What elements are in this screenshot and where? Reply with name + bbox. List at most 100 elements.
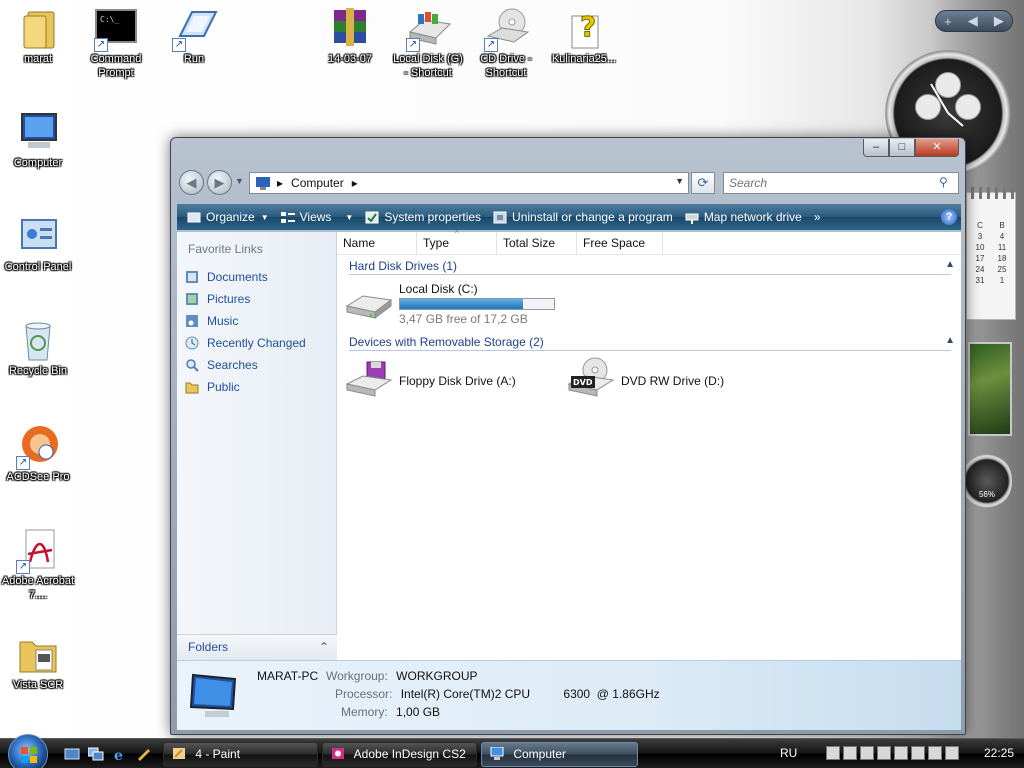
- desktop-icon-kulinaria[interactable]: ? Kulinaria25...: [546, 6, 622, 66]
- add-gadget-button[interactable]: +: [944, 14, 952, 29]
- safely-remove-icon[interactable]: [928, 746, 942, 760]
- address-bar[interactable]: ▸ Computer ▸ ▼: [249, 172, 689, 194]
- media-next-icon[interactable]: [860, 746, 874, 760]
- collapse-group-icon[interactable]: ▲: [945, 335, 955, 346]
- start-button[interactable]: [8, 734, 48, 768]
- calendar-day[interactable]: 24: [970, 265, 990, 274]
- taskbar: e 4 - Paint Adobe InDesign CS2 Computer …: [0, 734, 1024, 768]
- desktop-icon-recycle-bin[interactable]: Recycle Bin: [0, 318, 76, 378]
- dvd-badge: DVD: [573, 378, 593, 387]
- calendar-day[interactable]: 1: [992, 276, 1012, 285]
- collapse-group-icon[interactable]: ▲: [945, 259, 955, 270]
- help-button[interactable]: ?: [941, 209, 957, 225]
- calendar-day[interactable]: 31: [970, 276, 990, 285]
- desktop-icon-vista-scr[interactable]: Vista SCR: [0, 632, 76, 692]
- address-separator-icon[interactable]: ▸: [277, 176, 283, 190]
- task-paint[interactable]: 4 - Paint: [163, 742, 318, 767]
- network-icon[interactable]: [894, 746, 908, 760]
- antivirus-icon[interactable]: [911, 746, 925, 760]
- system-properties-button[interactable]: System properties: [359, 204, 487, 230]
- search-icon[interactable]: ⚲: [939, 175, 948, 189]
- drive-local-disk-c[interactable]: Local Disk (C:) 3,47 GB free of 17,2 GB: [345, 282, 555, 326]
- address-separator-icon[interactable]: ▸: [352, 176, 358, 190]
- favorite-link-public[interactable]: Public: [185, 376, 306, 398]
- group-removable-storage[interactable]: Devices with Removable Storage (2) ▲: [349, 335, 955, 351]
- drive-dvd-rw-d[interactable]: DVD DVD RW Drive (D:): [567, 356, 724, 400]
- calendar-day[interactable]: 10: [970, 243, 990, 252]
- address-path[interactable]: Computer: [291, 176, 344, 190]
- switch-windows-icon[interactable]: [87, 747, 104, 761]
- organize-button[interactable]: Organize ▼: [181, 204, 275, 230]
- desktop-icon-control-panel[interactable]: Control Panel: [0, 214, 76, 274]
- column-name[interactable]: Name: [337, 232, 417, 255]
- desktop-icon-archive[interactable]: 14-03-07: [312, 6, 388, 66]
- group-hard-disk-drives[interactable]: Hard Disk Drives (1) ▲: [349, 259, 955, 275]
- desktop-icon-command-prompt[interactable]: C:\_ ↗ Command Prompt: [78, 6, 154, 80]
- media-play-icon[interactable]: [843, 746, 857, 760]
- favorite-link-pictures[interactable]: Pictures: [185, 288, 306, 310]
- folders-toggle[interactable]: Folders ⌃: [177, 634, 337, 660]
- task-adobe-indesign[interactable]: Adobe InDesign CS2: [322, 742, 477, 767]
- views-button[interactable]: Views ▼: [275, 204, 360, 230]
- calendar-day[interactable]: 18: [992, 254, 1012, 263]
- media-prev-icon[interactable]: [826, 746, 840, 760]
- calendar-day[interactable]: 17: [970, 254, 990, 263]
- more-commands-button[interactable]: »: [808, 204, 827, 230]
- refresh-icon: ⟳: [697, 175, 709, 190]
- calendar-day[interactable]: 11: [992, 243, 1012, 252]
- refresh-button[interactable]: ⟳: [691, 172, 715, 194]
- uninstall-icon: [493, 211, 507, 224]
- task-computer[interactable]: Computer: [481, 742, 638, 767]
- sidebar-next-icon[interactable]: ▶: [994, 13, 1004, 29]
- windows-logo-icon: [21, 747, 37, 763]
- slideshow-gadget[interactable]: [968, 342, 1012, 436]
- calendar-weekday: C: [977, 221, 983, 230]
- tray-app-icon[interactable]: [877, 746, 891, 760]
- calendar-day[interactable]: 4: [992, 232, 1012, 241]
- maximize-button[interactable]: □: [889, 139, 915, 157]
- desktop-icon-adobe-acrobat[interactable]: ↗ Adobe Acrobat 7....: [0, 528, 76, 602]
- cpu-meter-gadget[interactable]: 56%: [962, 452, 1012, 510]
- column-free-space[interactable]: Free Space: [577, 232, 663, 255]
- drive-floppy-a[interactable]: Floppy Disk Drive (A:): [345, 358, 516, 402]
- desktop-icon-marat[interactable]: marat: [0, 6, 76, 66]
- calendar-day[interactable]: 3: [970, 232, 990, 241]
- address-dropdown-icon[interactable]: ▼: [675, 176, 684, 186]
- recent-pages-icon[interactable]: ▼: [235, 176, 244, 186]
- favorite-link-music[interactable]: Music: [185, 310, 306, 332]
- searches-icon: [185, 358, 199, 372]
- svg-text:C:\_: C:\_: [100, 15, 119, 24]
- shortcut-arrow-icon: ↗: [94, 38, 108, 52]
- map-network-drive-button[interactable]: Map network drive: [679, 204, 808, 230]
- quick-launch-pen-icon[interactable]: [136, 747, 152, 761]
- workgroup-row: Workgroup: WORKGROUP: [326, 669, 478, 683]
- back-button[interactable]: ◀: [179, 170, 204, 195]
- calendar-day[interactable]: 25: [992, 265, 1012, 274]
- taskbar-clock[interactable]: 22:25: [984, 746, 1014, 760]
- command-toolbar: Organize ▼ Views ▼ System properties Uni…: [177, 204, 961, 230]
- caption-buttons: – □ ✕: [863, 139, 959, 157]
- sidebar-toolbar[interactable]: + ◀ ▶: [935, 10, 1013, 32]
- desktop-icon-local-disk-g[interactable]: ↗ Local Disk (G) - Shortcut: [390, 6, 466, 80]
- calendar-gadget[interactable]: C B 3 4 10 11 17 18 24 25 31 1: [966, 187, 1016, 320]
- show-desktop-icon[interactable]: [64, 747, 80, 761]
- desktop-icon-acdsee[interactable]: ↗ ACDSee Pro: [0, 424, 76, 484]
- uninstall-program-button[interactable]: Uninstall or change a program: [487, 204, 679, 230]
- close-button[interactable]: ✕: [915, 139, 959, 157]
- favorite-link-searches[interactable]: Searches: [185, 354, 306, 376]
- music-icon: [185, 314, 199, 328]
- calendar-weekday: B: [999, 221, 1005, 230]
- desktop-icon-run[interactable]: ↗ Run: [156, 6, 232, 66]
- forward-button[interactable]: ▶: [207, 170, 232, 195]
- column-total-size[interactable]: Total Size: [497, 232, 577, 255]
- language-indicator[interactable]: RU: [780, 746, 797, 760]
- desktop-icon-computer[interactable]: Computer: [0, 110, 76, 170]
- volume-icon[interactable]: [945, 746, 959, 760]
- sidebar-prev-icon[interactable]: ◀: [968, 13, 978, 29]
- minimize-button[interactable]: –: [863, 139, 889, 157]
- internet-explorer-icon[interactable]: e: [112, 747, 128, 764]
- desktop-icon-cd-drive[interactable]: ↗ CD Drive - Shortcut: [468, 6, 544, 80]
- favorite-link-documents[interactable]: Documents: [185, 266, 306, 288]
- favorite-link-recently-changed[interactable]: Recently Changed: [185, 332, 306, 354]
- search-input[interactable]: [723, 172, 959, 194]
